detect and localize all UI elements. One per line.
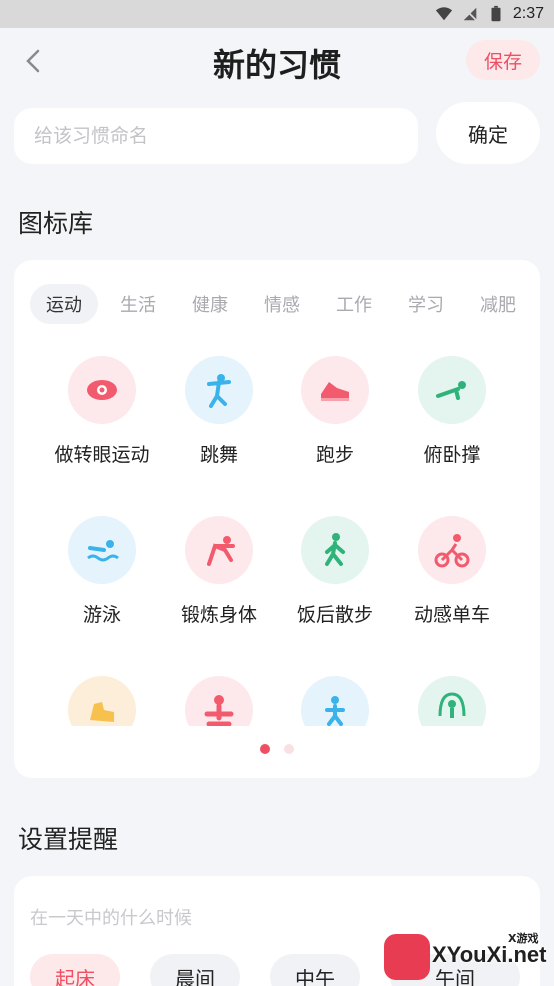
yoga-icon xyxy=(185,676,253,726)
habit-label: 俯卧撑 xyxy=(423,444,481,466)
tab-work[interactable]: 工作 xyxy=(322,284,386,324)
status-time: 2:37 xyxy=(512,5,544,22)
watermark: X游戏 XYouXi.net xyxy=(384,926,554,986)
watermark-logo xyxy=(384,934,430,980)
tab-weight-loss[interactable]: 减肥 xyxy=(466,284,530,324)
wifi-icon xyxy=(435,7,452,21)
page-dot[interactable] xyxy=(284,744,294,754)
cycling-icon xyxy=(418,516,486,584)
swimming-icon xyxy=(68,516,136,584)
page-dot-active[interactable] xyxy=(260,744,270,754)
muscle-icon xyxy=(68,676,136,726)
icon-grid: 做转眼运动 跳舞 跑步 俯卧撑 游泳 锻炼身体 饭后散步 动感单车 xyxy=(14,260,540,726)
page-indicator xyxy=(14,744,540,754)
category-tabs: 运动 生活 健康 情感 工作 学习 减肥 xyxy=(30,284,540,324)
jump-rope-icon xyxy=(418,676,486,726)
battery-icon xyxy=(491,5,501,22)
eye-icon xyxy=(68,356,136,424)
icon-library-title: 图标库 xyxy=(18,209,94,238)
icon-library-card: 做转眼运动 跳舞 跑步 俯卧撑 游泳 锻炼身体 饭后散步 动感单车 运动 生活 … xyxy=(14,260,540,778)
tab-life[interactable]: 生活 xyxy=(106,284,170,324)
reminder-hint: 在一天中的什么时候 xyxy=(30,908,192,929)
habit-label: 动感单车 xyxy=(413,604,490,626)
time-chip-wake-up[interactable]: 起床 xyxy=(30,954,120,986)
habit-spin-bike[interactable]: 动感单车 xyxy=(382,516,522,627)
tab-study[interactable]: 学习 xyxy=(394,284,458,324)
no-signal-icon xyxy=(462,6,478,22)
time-chip-noon[interactable]: 中午 xyxy=(270,954,360,986)
confirm-button[interactable]: 确定 xyxy=(436,102,540,164)
stretching-icon xyxy=(185,516,253,584)
running-shoe-icon xyxy=(301,356,369,424)
habit-jump-rope[interactable] xyxy=(382,676,522,726)
status-bar: 2:37 xyxy=(0,0,554,28)
habit-name-input[interactable] xyxy=(14,108,418,164)
header: 新的习惯 保存 xyxy=(0,28,554,98)
walking-icon xyxy=(301,516,369,584)
tab-health[interactable]: 健康 xyxy=(178,284,242,324)
watermark-text: XYouXi.net xyxy=(432,942,547,967)
tab-sports[interactable]: 运动 xyxy=(30,284,98,324)
habit-pushup[interactable]: 俯卧撑 xyxy=(382,356,522,467)
jogging-icon xyxy=(301,676,369,726)
dance-icon xyxy=(185,356,253,424)
pushup-icon xyxy=(418,356,486,424)
reminder-title: 设置提醒 xyxy=(18,825,119,854)
tab-emotion[interactable]: 情感 xyxy=(250,284,314,324)
time-chip-morning[interactable]: 晨间 xyxy=(150,954,240,986)
save-button[interactable]: 保存 xyxy=(466,40,540,80)
